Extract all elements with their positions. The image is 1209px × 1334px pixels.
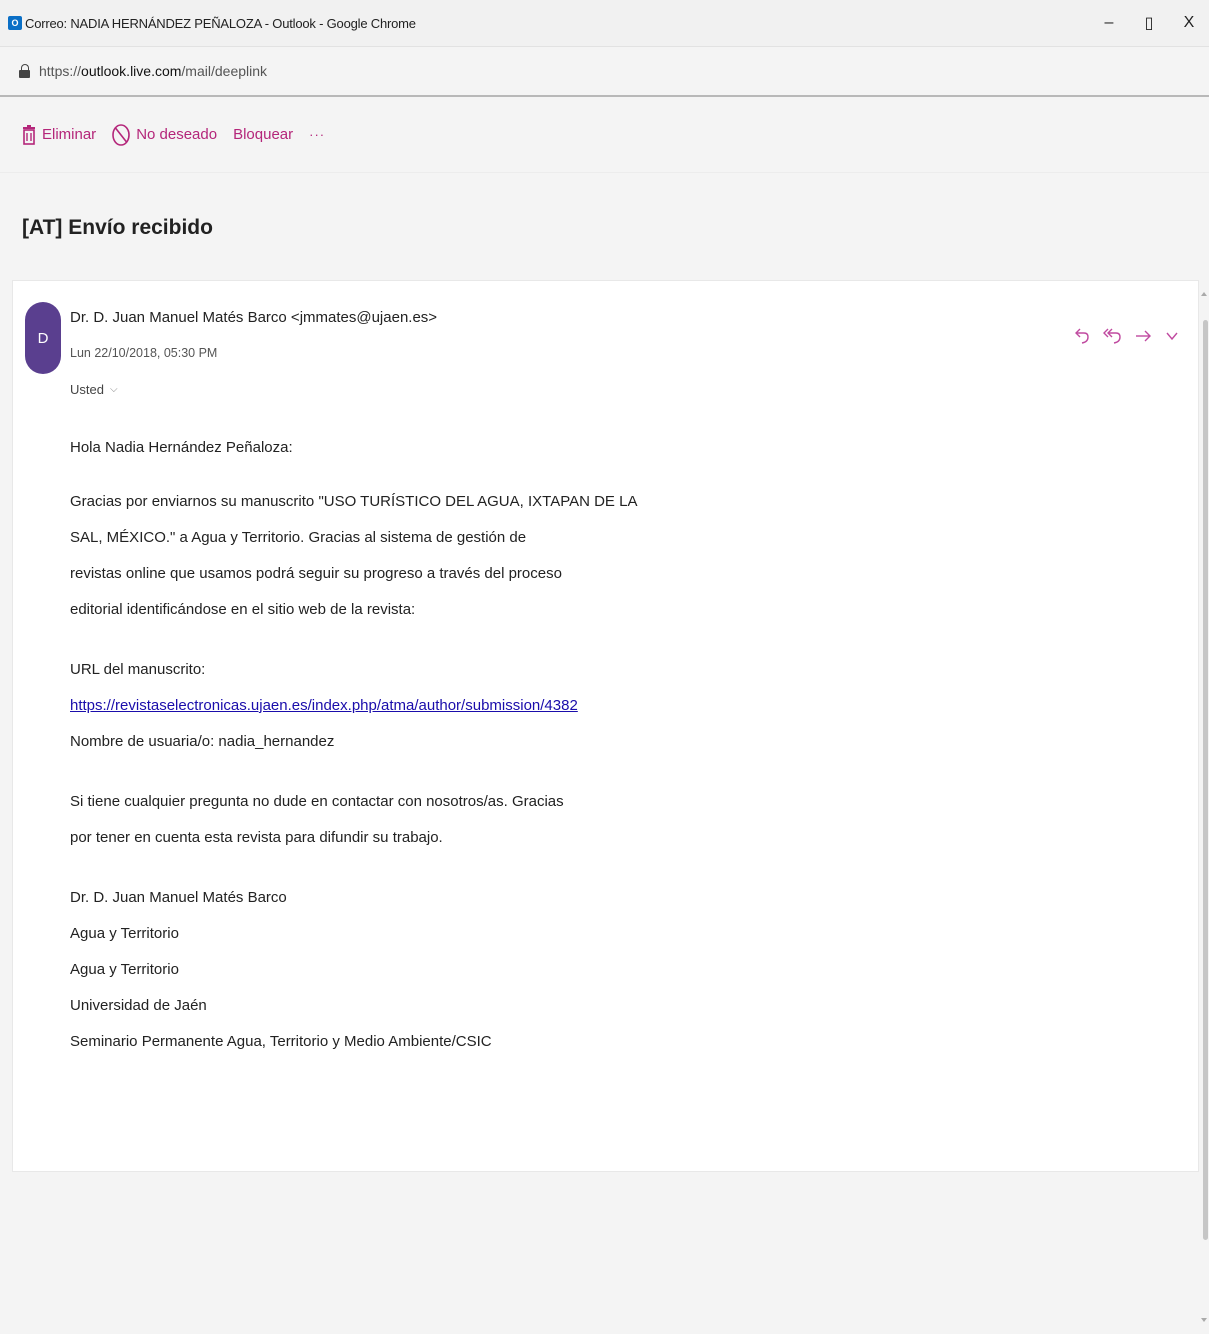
message-card: D Dr. D. Juan Manuel Matés Barco <jmmate… [12, 280, 1199, 1172]
url-scheme: https:// [39, 63, 82, 79]
reply-all-button[interactable] [1102, 326, 1122, 346]
minimize-button[interactable]: – [1089, 14, 1129, 32]
more-actions-button[interactable] [1164, 326, 1180, 346]
recipients[interactable]: Usted ⌵ [70, 382, 118, 397]
body-paragraph-2: Si tiene cualquier pregunta no dude en c… [70, 793, 564, 846]
message-subject: [AT] Envío recibido [22, 216, 213, 239]
trash-icon [23, 124, 35, 145]
window-titlebar: O Correo: NADIA HERNÁNDEZ PEÑALOZA - Out… [0, 0, 1209, 47]
more-options-button[interactable]: ··· [309, 127, 325, 142]
window-title: Correo: NADIA HERNÁNDEZ PEÑALOZA - Outlo… [25, 15, 416, 31]
window-controls: – ▯ X [1089, 0, 1209, 46]
url-label: URL del manuscrito: [70, 661, 206, 678]
url-path: /mail/deeplink [181, 63, 268, 79]
forward-icon [1136, 330, 1151, 342]
signature: Dr. D. Juan Manuel Matés Barco Agua y Te… [70, 889, 492, 1050]
message-actions [1062, 326, 1180, 346]
body-paragraph-1: Gracias por enviarnos su manuscrito "USO… [70, 493, 638, 618]
block-button[interactable]: Bloquear [233, 126, 293, 143]
url-text[interactable]: https://outlook.live.com/mail/deeplink [39, 63, 267, 79]
block-label: Bloquear [233, 126, 294, 143]
lock-icon[interactable] [19, 64, 31, 78]
sender-avatar[interactable]: D [25, 302, 61, 374]
recipient-label: Usted [70, 382, 104, 397]
junk-label: No deseado [136, 126, 218, 143]
reply-all-icon [1103, 328, 1121, 344]
message-body: Hola Nadia Hernández Peñaloza: Gracias p… [70, 436, 870, 1060]
block-circle-icon [112, 123, 130, 146]
greeting: Hola Nadia Hernández Peñaloza: [70, 439, 293, 456]
command-bar: Eliminar No deseado Bloquear ··· [0, 97, 1209, 173]
restore-button[interactable]: ▯ [1129, 13, 1169, 33]
sender[interactable]: Dr. D. Juan Manuel Matés Barco <jmmates@… [70, 309, 437, 326]
scroll-thumb[interactable] [1203, 320, 1208, 1240]
forward-button[interactable] [1134, 326, 1152, 346]
manuscript-link[interactable]: https://revistaselectronicas.ujaen.es/in… [70, 688, 870, 724]
outlook-app-icon: O [8, 16, 22, 30]
expand-recipients-icon[interactable]: ⌵ [110, 384, 118, 395]
address-bar[interactable]: https://outlook.live.com/mail/deeplink [0, 47, 1209, 97]
reply-button[interactable] [1074, 326, 1090, 346]
junk-button[interactable]: No deseado [112, 123, 218, 146]
chevron-down-icon [1166, 332, 1178, 341]
manuscript-info: URL del manuscrito: https://revistaselec… [70, 652, 870, 760]
reply-icon [1075, 328, 1089, 344]
delete-button[interactable]: Eliminar [22, 124, 97, 145]
scroll-down-arrow-icon[interactable] [1201, 1318, 1207, 1322]
message-date: Lun 22/10/2018, 05:30 PM [70, 346, 218, 360]
scrollbar[interactable] [1200, 280, 1209, 1334]
scroll-up-arrow-icon[interactable] [1201, 292, 1207, 296]
close-button[interactable]: X [1169, 14, 1209, 32]
delete-label: Eliminar [42, 126, 97, 143]
url-domain: outlook.live.com [81, 63, 182, 79]
username-line: Nombre de usuaria/o: nadia_hernandez [70, 733, 335, 750]
